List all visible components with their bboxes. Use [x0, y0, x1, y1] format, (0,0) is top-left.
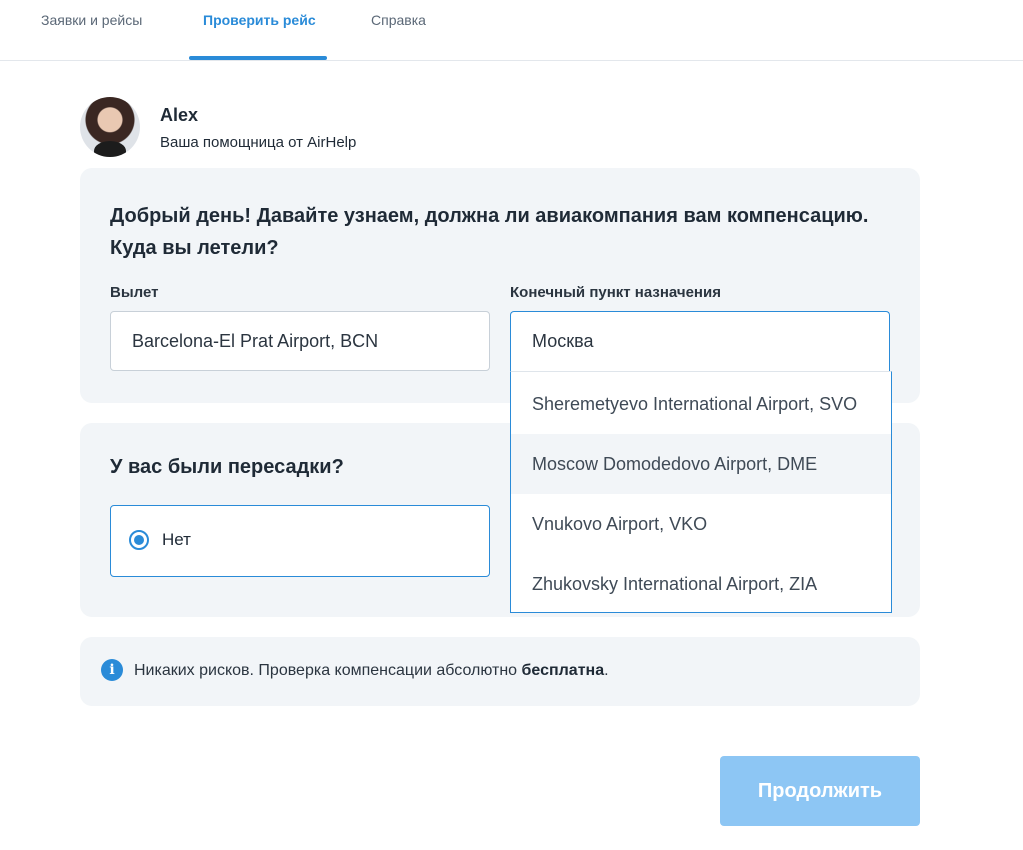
- tab-help[interactable]: Справка: [371, 12, 426, 28]
- no-connections-option[interactable]: Нет: [110, 505, 490, 577]
- destination-input[interactable]: Москва: [510, 311, 890, 371]
- suggestion-vko[interactable]: Vnukovo Airport, VKO: [511, 494, 891, 554]
- route-question: Добрый день! Давайте узнаем, должна ли а…: [110, 205, 869, 259]
- info-text-suffix: .: [604, 662, 609, 679]
- info-text-bold: бесплатна: [521, 662, 605, 679]
- suggestion-zia[interactable]: Zhukovsky International Airport, ZIA: [511, 554, 891, 614]
- destination-suggestions: Sheremetyevo International Airport, SVO …: [510, 371, 892, 613]
- active-tab-indicator: [189, 56, 327, 60]
- assistant-avatar: [80, 97, 140, 157]
- info-icon: i: [101, 659, 123, 681]
- suggestion-svo[interactable]: Sheremetyevo International Airport, SVO: [511, 374, 891, 434]
- tab-check-flight[interactable]: Проверить рейс: [203, 12, 316, 28]
- departure-label: Вылет: [110, 284, 159, 301]
- destination-label: Конечный пункт назначения: [510, 284, 721, 301]
- top-tabs: Заявки и рейсы Проверить рейс Справка: [0, 0, 1023, 61]
- no-connections-label: Нет: [162, 530, 191, 549]
- radio-selected-icon[interactable]: [129, 530, 149, 550]
- continue-button[interactable]: Продолжить: [720, 756, 920, 826]
- connections-question: У вас были пересадки?: [110, 456, 344, 478]
- assistant-name: Alex: [160, 105, 199, 125]
- info-text: Никаких рисков. Проверка компенсации абс…: [134, 662, 609, 680]
- tab-claims-and-flights[interactable]: Заявки и рейсы: [41, 12, 142, 28]
- info-text-main: Никаких рисков. Проверка компенсации абс…: [134, 662, 522, 679]
- departure-input[interactable]: Barcelona-El Prat Airport, BCN: [110, 311, 490, 371]
- assistant-subtitle: Ваша помощница от AirHelp: [160, 134, 357, 151]
- suggestion-dme[interactable]: Moscow Domodedovo Airport, DME: [511, 434, 891, 494]
